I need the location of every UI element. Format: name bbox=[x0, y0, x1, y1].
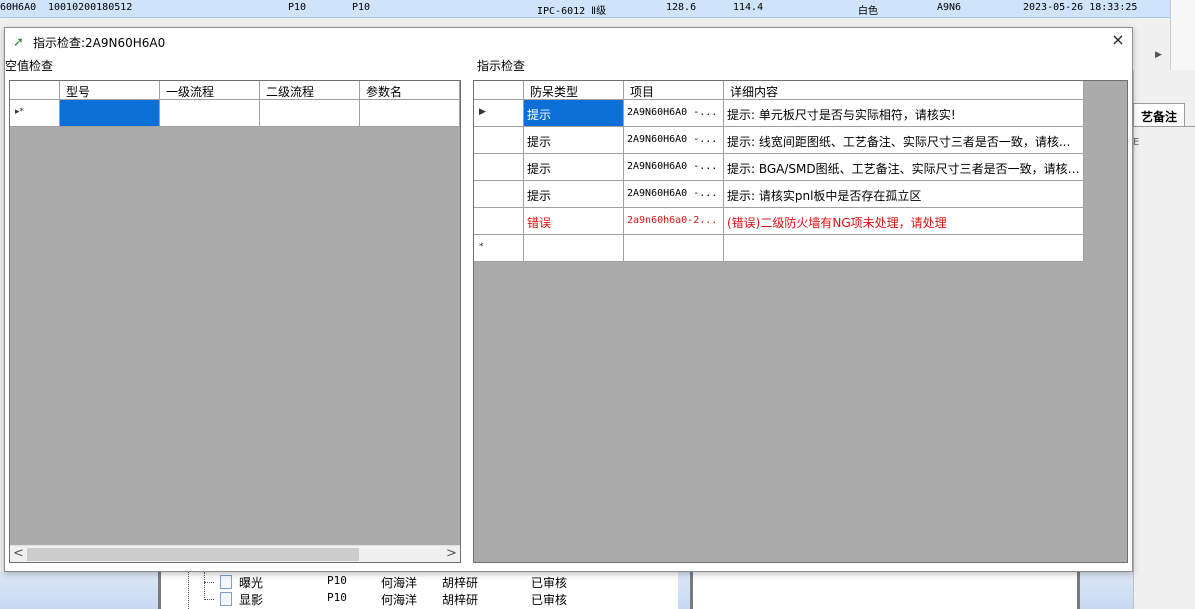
row-header[interactable] bbox=[474, 208, 524, 235]
background-record-row: 60H6A0 10010200180512 P10 P10 IPC-6012 Ⅱ… bbox=[0, 0, 1170, 18]
grid-cell-item[interactable]: 2A9N60H6A0 -... bbox=[624, 181, 724, 208]
grid-cell-item[interactable]: 2A9N60H6A0 -... bbox=[624, 127, 724, 154]
current-row-marker[interactable]: ▶ bbox=[474, 100, 524, 127]
tree-cell: 胡梓研 bbox=[442, 576, 479, 590]
grid-cell-type[interactable]: 提示 bbox=[524, 181, 624, 208]
bg-cell: A9N6 bbox=[937, 2, 962, 13]
instruction-check-grid[interactable]: 防呆类型 项目 详细内容 ▶ 提示 2A9N60H6A0 -... 提示: 单元… bbox=[473, 80, 1128, 563]
tree-cell: P10 bbox=[327, 591, 347, 604]
column-header-param-name[interactable]: 参数名 bbox=[360, 81, 460, 100]
grid-cell-type[interactable]: 提示 bbox=[524, 154, 624, 181]
bg-cell: 114.4 bbox=[733, 2, 764, 13]
column-header-model[interactable]: 型号 bbox=[60, 81, 160, 100]
scroll-left-button[interactable]: < bbox=[10, 546, 27, 562]
grid-cell-detail[interactable]: 提示: BGA/SMD图纸、工艺备注、实际尺寸三者是否一致，请核实! bbox=[724, 154, 1084, 181]
tree-cell: 胡梓研 bbox=[442, 593, 479, 607]
grid-cell[interactable] bbox=[624, 235, 724, 262]
column-header-foolproof-type[interactable]: 防呆类型 bbox=[524, 81, 624, 100]
bg-cell: 白色 bbox=[858, 6, 878, 17]
bg-cell: 10010200180512 bbox=[48, 2, 133, 13]
close-button[interactable]: × bbox=[1106, 30, 1130, 52]
bg-cell: 60H6A0 bbox=[0, 2, 37, 13]
tree-cell: 已审核 bbox=[531, 576, 568, 590]
column-header-detail[interactable]: 详细内容 bbox=[724, 81, 1084, 100]
check-dialog: ➚ 指示检查:2A9N60H6A0 × 空值检查 指示检查 型号 一级流程 二级… bbox=[4, 27, 1133, 572]
grid-cell-detail[interactable]: 提示: 线宽间距图纸、工艺备注、实际尺寸三者是否一致，请核... bbox=[724, 127, 1084, 154]
process-tree-panel: 曝光 P10 何海洋 胡梓研 已审核 显影 P10 何海洋 胡梓研 已审核 bbox=[158, 572, 678, 609]
dialog-title-bar[interactable]: ➚ 指示检查:2A9N60H6A0 × bbox=[5, 28, 1132, 56]
column-header-level2-flow[interactable]: 二级流程 bbox=[260, 81, 360, 100]
column-header-level1-flow[interactable]: 一级流程 bbox=[160, 81, 260, 100]
bg-cell: IPC-6012 Ⅱ级 bbox=[537, 6, 607, 17]
tree-cell: 何海洋 bbox=[381, 593, 418, 607]
null-check-label: 空值检查 bbox=[5, 59, 54, 73]
tree-node-name: 显影 bbox=[239, 593, 264, 607]
green-arrow-icon: ➚ bbox=[13, 35, 24, 50]
bg-cell: P10 bbox=[288, 2, 307, 13]
grid-cell-detail[interactable]: 提示: 请核实pnl板中是否存在孤立区 bbox=[724, 181, 1084, 208]
row-header-corner bbox=[10, 81, 60, 100]
dialog-title: 指示检查:2A9N60H6A0 bbox=[33, 36, 166, 50]
bg-cell: P10 bbox=[352, 2, 371, 13]
background-right-panel bbox=[1133, 70, 1195, 609]
tree-node-name: 曝光 bbox=[239, 576, 264, 590]
scroll-right-icon[interactable]: ▶ bbox=[1155, 50, 1162, 60]
grid-cell-detail[interactable]: (错误)二级防火墙有NG项未处理，请处理 bbox=[724, 208, 1084, 235]
tab-underline bbox=[1133, 126, 1195, 127]
tree-cell: P10 bbox=[327, 574, 347, 587]
row-header[interactable] bbox=[474, 127, 524, 154]
tab-process-remarks[interactable]: 艺备注 bbox=[1133, 103, 1185, 127]
grid-cell[interactable] bbox=[724, 235, 1084, 262]
tree-cell: 何海洋 bbox=[381, 576, 418, 590]
new-row-marker[interactable]: * bbox=[474, 235, 524, 262]
background-divider bbox=[690, 572, 700, 609]
grid-cell-type[interactable]: 提示 bbox=[524, 127, 624, 154]
background-panel bbox=[700, 572, 1080, 609]
tree-row-develop[interactable]: 显影 P10 何海洋 胡梓研 已审核 bbox=[161, 591, 661, 607]
grid-cell-type[interactable]: 提示 bbox=[524, 100, 624, 127]
grid-cell-item[interactable]: 2a9n60h6a0-2... bbox=[624, 208, 724, 235]
horizontal-scrollbar[interactable]: < > bbox=[10, 545, 460, 562]
grid-cell[interactable] bbox=[60, 100, 160, 127]
instruction-check-label: 指示检查 bbox=[477, 59, 526, 73]
bg-right-label: E bbox=[1133, 137, 1140, 148]
grid-cell-type[interactable]: 错误 bbox=[524, 208, 624, 235]
grid-cell-detail[interactable]: 提示: 单元板尺寸是否与实际相符，请核实! bbox=[724, 100, 1084, 127]
grid-cell[interactable] bbox=[260, 100, 360, 127]
null-check-grid[interactable]: 型号 一级流程 二级流程 参数名 ▸* < > bbox=[9, 80, 461, 563]
bg-cell: 128.6 bbox=[666, 2, 697, 13]
row-header-corner bbox=[474, 81, 524, 100]
grid-cell-item[interactable]: 2A9N60H6A0 -... bbox=[624, 100, 724, 127]
tree-row-exposure[interactable]: 曝光 P10 何海洋 胡梓研 已审核 bbox=[161, 574, 661, 590]
grid-cell[interactable] bbox=[524, 235, 624, 262]
grid-cell-item[interactable]: 2A9N60H6A0 -... bbox=[624, 154, 724, 181]
background-scroll-area bbox=[1170, 0, 1195, 70]
scrollbar-thumb[interactable] bbox=[27, 548, 359, 561]
tree-cell: 已审核 bbox=[531, 593, 568, 607]
grid-cell[interactable] bbox=[360, 100, 460, 127]
row-header[interactable] bbox=[474, 181, 524, 208]
bg-cell: 2023-05-26 18:33:25 bbox=[1023, 2, 1138, 13]
row-header[interactable] bbox=[474, 154, 524, 181]
new-row-marker[interactable]: ▸* bbox=[10, 100, 60, 127]
column-header-item[interactable]: 项目 bbox=[624, 81, 724, 100]
grid-cell[interactable] bbox=[160, 100, 260, 127]
scroll-right-button[interactable]: > bbox=[443, 546, 460, 562]
